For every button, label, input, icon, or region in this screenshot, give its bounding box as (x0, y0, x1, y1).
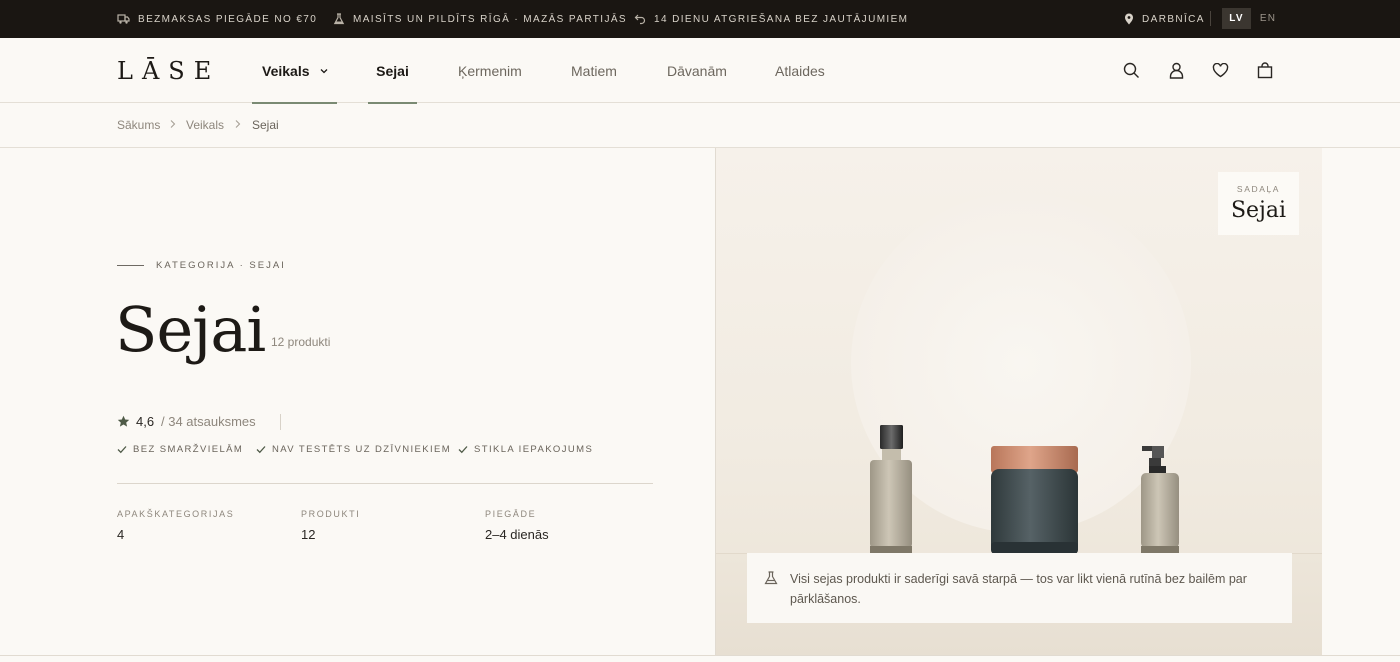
heart-icon[interactable] (1210, 60, 1230, 80)
check-icon (256, 446, 266, 454)
nav-item-label: Atlaides (775, 62, 825, 79)
section-tag: SADAĻA Sejai (1218, 172, 1299, 235)
nav-item-label: Dāvanām (667, 62, 727, 79)
user-icon[interactable] (1166, 60, 1186, 80)
rating-value: 4,6 (136, 414, 155, 429)
feature-cruelty-free: NAV TESTĒTS UZ DZĪVNIEKIEM (256, 444, 451, 455)
return-arrow-icon (634, 14, 646, 25)
nav-item-face[interactable]: Sejai (368, 38, 417, 104)
nav-item-label: Veikals (262, 62, 310, 79)
feature-glass-packaging: STIKLA IEPAKOJUMS (458, 444, 593, 455)
eyebrow-line (117, 265, 144, 266)
stats-divider (117, 483, 653, 484)
section-tag-label: SADAĻA (1236, 184, 1281, 194)
bag-icon[interactable] (1255, 60, 1275, 80)
workshop-link[interactable]: DARBNĪCA (1124, 0, 1205, 38)
announcement-free-shipping: BEZMAKSAS PIEGĀDE NO €70 (117, 0, 317, 38)
category-eyebrow: KATEGORIJA · SEJAI (156, 260, 286, 271)
nav-item-hair[interactable]: Matiem (571, 38, 617, 103)
truck-icon (117, 14, 130, 24)
product-count: 12 produkti (271, 335, 331, 349)
logo[interactable]: LĀSE (117, 57, 220, 85)
stat-label-products: PRODUKTI (301, 509, 361, 519)
compatibility-note: Visi sejas produkti ir saderīgi savā sta… (747, 553, 1292, 623)
section-tag-value: Sejai (1230, 198, 1287, 223)
check-icon (458, 446, 468, 454)
stat-value-products: 12 (301, 527, 316, 542)
check-icon (117, 446, 127, 454)
location-pin-icon (1125, 13, 1133, 25)
announcement-returns: 14 DIENU ATGRIEŠANA BEZ JAUTĀJUMIEM (634, 0, 908, 38)
page-title: Sejai (115, 293, 266, 366)
announcement-bar: BEZMAKSAS PIEGĀDE NO €70 MAISĪTS UN PILD… (0, 0, 1400, 38)
workshop-label: DARBNĪCA (1142, 13, 1205, 25)
breadcrumb-current: Sejai (252, 118, 279, 132)
nav-item-label: Sejai (376, 62, 409, 79)
nav-item-body[interactable]: Ķermenim (458, 38, 522, 103)
chevron-right-icon (170, 120, 176, 128)
stat-label-delivery: PIEGĀDE (485, 509, 537, 519)
star-icon (117, 415, 130, 427)
language-en-button[interactable]: EN (1256, 8, 1280, 29)
chevron-right-icon (235, 120, 241, 128)
breadcrumb-shop[interactable]: Veikals (186, 118, 224, 132)
reviews-link[interactable]: / 34 atsauksmes (161, 414, 256, 429)
announcement-made-in-riga: MAISĪTS UN PILDĪTS RĪGĀ · MAZĀS PARTIJĀS (333, 0, 627, 38)
section-bottom-border (0, 655, 1400, 656)
nav-item-shop[interactable]: Veikals (252, 38, 337, 104)
search-icon[interactable] (1121, 60, 1141, 80)
hero-image-panel: SADAĻA Sejai Visi sejas produkti ir sade… (715, 148, 1322, 655)
chevron-down-icon (320, 68, 328, 74)
compatibility-note-text: Visi sejas produkti ir saderīgi savā sta… (790, 572, 1247, 606)
site-header: LĀSE Veikals Sejai Ķermenim Matiem Dāvan… (0, 38, 1400, 104)
announcement-text: BEZMAKSAS PIEGĀDE NO €70 (138, 13, 318, 25)
announcement-text: MAISĪTS UN PILDĪTS RĪGĀ · MAZĀS PARTIJĀS (353, 13, 627, 25)
nav-item-gifts[interactable]: Dāvanām (667, 38, 727, 103)
dropper-bottle-image (870, 425, 912, 553)
cream-jar-image (991, 446, 1078, 554)
language-divider (1210, 11, 1211, 26)
breadcrumb: Sākums Veikals Sejai (0, 103, 1400, 148)
feature-label: BEZ SMARŽVIELĀM (133, 444, 244, 455)
feature-fragrance-free: BEZ SMARŽVIELĀM (117, 444, 243, 455)
feature-label: STIKLA IEPAKOJUMS (474, 444, 594, 455)
pump-bottle-image (1141, 446, 1179, 553)
breadcrumb-home[interactable]: Sākums (117, 118, 160, 132)
flask-icon (764, 571, 778, 585)
flask-icon (333, 13, 345, 25)
feature-label: NAV TESTĒTS UZ DZĪVNIEKIEM (272, 444, 452, 455)
stat-value-subcategories: 4 (117, 527, 125, 542)
rating-divider (280, 414, 281, 430)
announcement-text: 14 DIENU ATGRIEŠANA BEZ JAUTĀJUMIEM (654, 13, 909, 25)
nav-item-label: Ķermenim (458, 62, 522, 79)
language-lv-button[interactable]: LV (1222, 8, 1251, 29)
stat-label-subcategories: APAKŠKATEGORIJAS (117, 509, 235, 519)
nav-item-label: Matiem (571, 62, 617, 79)
nav-item-sale[interactable]: Atlaides (775, 38, 825, 103)
stat-value-delivery: 2–4 dienās (485, 527, 549, 542)
